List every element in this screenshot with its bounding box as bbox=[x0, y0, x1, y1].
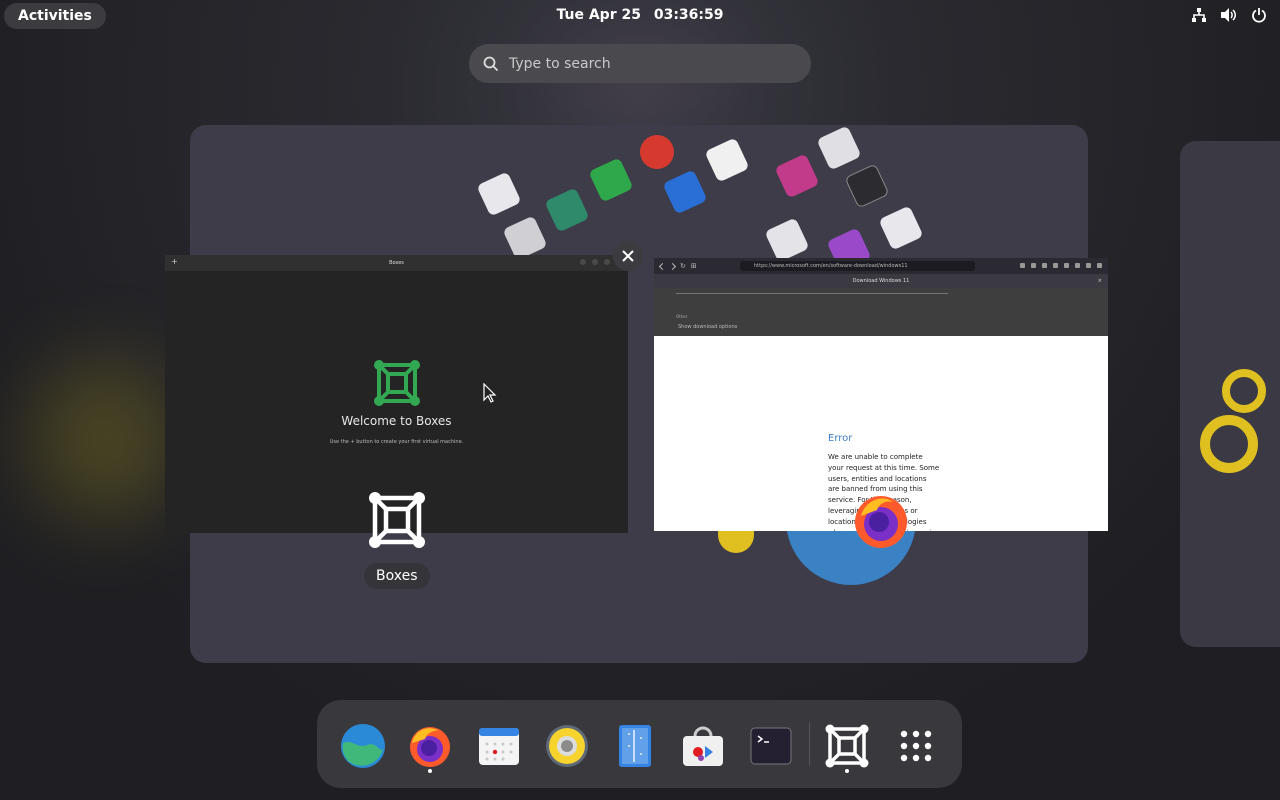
close-window-button[interactable] bbox=[613, 241, 643, 271]
top-bar: Activities Tue Apr 25 03:36:59 bbox=[0, 0, 1280, 32]
dock-web-browser[interactable] bbox=[339, 722, 387, 770]
mouse-pointer-icon bbox=[483, 383, 497, 403]
divider bbox=[676, 293, 948, 294]
terminal-icon bbox=[750, 727, 792, 765]
wallpaper-app-icon bbox=[634, 129, 680, 175]
boxes-logo-icon bbox=[374, 360, 420, 406]
overview-stage: Activities Tue Apr 25 03:36:59 Type to s… bbox=[0, 0, 1280, 800]
back-icon[interactable] bbox=[658, 262, 667, 270]
volume-icon[interactable] bbox=[1220, 6, 1238, 24]
dock-boxes[interactable] bbox=[823, 722, 871, 770]
dock-firefox[interactable] bbox=[406, 722, 454, 770]
dash-separator bbox=[809, 722, 810, 766]
wallpaper-boxes-icon bbox=[704, 137, 750, 183]
boxes-icon bbox=[825, 724, 869, 768]
background-blur bbox=[30, 360, 180, 520]
clock-date: Tue Apr 25 bbox=[556, 7, 641, 23]
search-placeholder: Type to search bbox=[509, 55, 611, 72]
search-icon bbox=[483, 56, 499, 71]
system-tray[interactable] bbox=[1190, 6, 1268, 24]
wallpaper-gear bbox=[1200, 415, 1258, 473]
close-icon bbox=[622, 250, 634, 262]
clock-time: 03:36:59 bbox=[653, 7, 724, 23]
show-downloads-link[interactable]: Show download options bbox=[678, 324, 737, 330]
power-icon[interactable] bbox=[1250, 6, 1268, 24]
error-title: Error bbox=[828, 433, 853, 444]
browser-tab[interactable]: Download Windows 11 × bbox=[654, 274, 1108, 288]
section-label: Other bbox=[676, 314, 688, 319]
tab-close-icon[interactable]: × bbox=[1098, 274, 1102, 288]
dock-rhythmbox[interactable] bbox=[543, 722, 591, 770]
wallpaper-gear bbox=[1222, 369, 1266, 413]
software-icon bbox=[683, 726, 723, 766]
wallpaper-app-icon bbox=[774, 153, 820, 199]
boxes-app-icon bbox=[369, 492, 425, 548]
welcome-subtitle: Use the + button to create your first vi… bbox=[329, 439, 464, 445]
running-indicator bbox=[428, 769, 432, 773]
dock-calendar[interactable] bbox=[475, 722, 523, 770]
tab-title: Download Windows 11 bbox=[852, 278, 910, 284]
forward-icon[interactable] bbox=[668, 262, 677, 270]
show-apps-button[interactable] bbox=[892, 722, 940, 770]
wallpaper-calculator-icon bbox=[816, 125, 862, 171]
dock-terminal[interactable] bbox=[747, 722, 795, 770]
wallpaper-tools-icon bbox=[502, 215, 548, 261]
app-grid-icon bbox=[900, 730, 932, 762]
page-header-section: Other Show download options bbox=[654, 288, 1108, 336]
dash bbox=[317, 700, 962, 788]
wallpaper-app-icon bbox=[764, 217, 810, 263]
reload-icon[interactable]: ↻ bbox=[680, 262, 686, 270]
add-icon[interactable]: + bbox=[171, 258, 178, 266]
dock-text-editor[interactable] bbox=[611, 722, 659, 770]
wallpaper-pencil-icon bbox=[476, 171, 522, 217]
web-browser-icon bbox=[341, 724, 385, 768]
dock-software[interactable] bbox=[679, 722, 727, 770]
firefox-app-icon bbox=[855, 496, 907, 548]
wallpaper-app-icon bbox=[662, 169, 708, 215]
wallpaper-app-icon bbox=[544, 187, 590, 233]
clock[interactable]: Tue Apr 25 03:36:59 bbox=[0, 7, 1280, 23]
welcome-heading: Welcome to Boxes bbox=[341, 414, 452, 428]
boxes-headerbar: + Boxes bbox=[165, 255, 628, 271]
toolbar-icons bbox=[1020, 263, 1102, 268]
rhythmbox-icon bbox=[546, 725, 588, 767]
calendar-icon bbox=[479, 728, 519, 765]
text-editor-icon bbox=[619, 725, 651, 767]
running-indicator bbox=[845, 769, 849, 773]
wallpaper-terminal-icon bbox=[844, 163, 890, 209]
window-caption: Boxes bbox=[364, 563, 430, 589]
network-icon[interactable] bbox=[1190, 6, 1208, 24]
url-bar[interactable]: https://www.microsoft.com/en/software-do… bbox=[740, 261, 975, 271]
wallpaper-app-icon bbox=[588, 157, 634, 203]
firefox-icon bbox=[410, 727, 450, 767]
screenshot-icon[interactable]: ⊞ bbox=[691, 262, 697, 270]
workspace-thumbnail-next[interactable] bbox=[1180, 141, 1280, 647]
search-entry[interactable]: Type to search bbox=[469, 44, 811, 83]
boxes-window-title: Boxes bbox=[389, 260, 404, 266]
firefox-window[interactable]: ↻ ⊞ https://www.microsoft.com/en/softwar… bbox=[654, 258, 1108, 531]
wallpaper-app-icon bbox=[878, 205, 924, 251]
firefox-toolbar: ↻ ⊞ https://www.microsoft.com/en/softwar… bbox=[654, 258, 1108, 274]
